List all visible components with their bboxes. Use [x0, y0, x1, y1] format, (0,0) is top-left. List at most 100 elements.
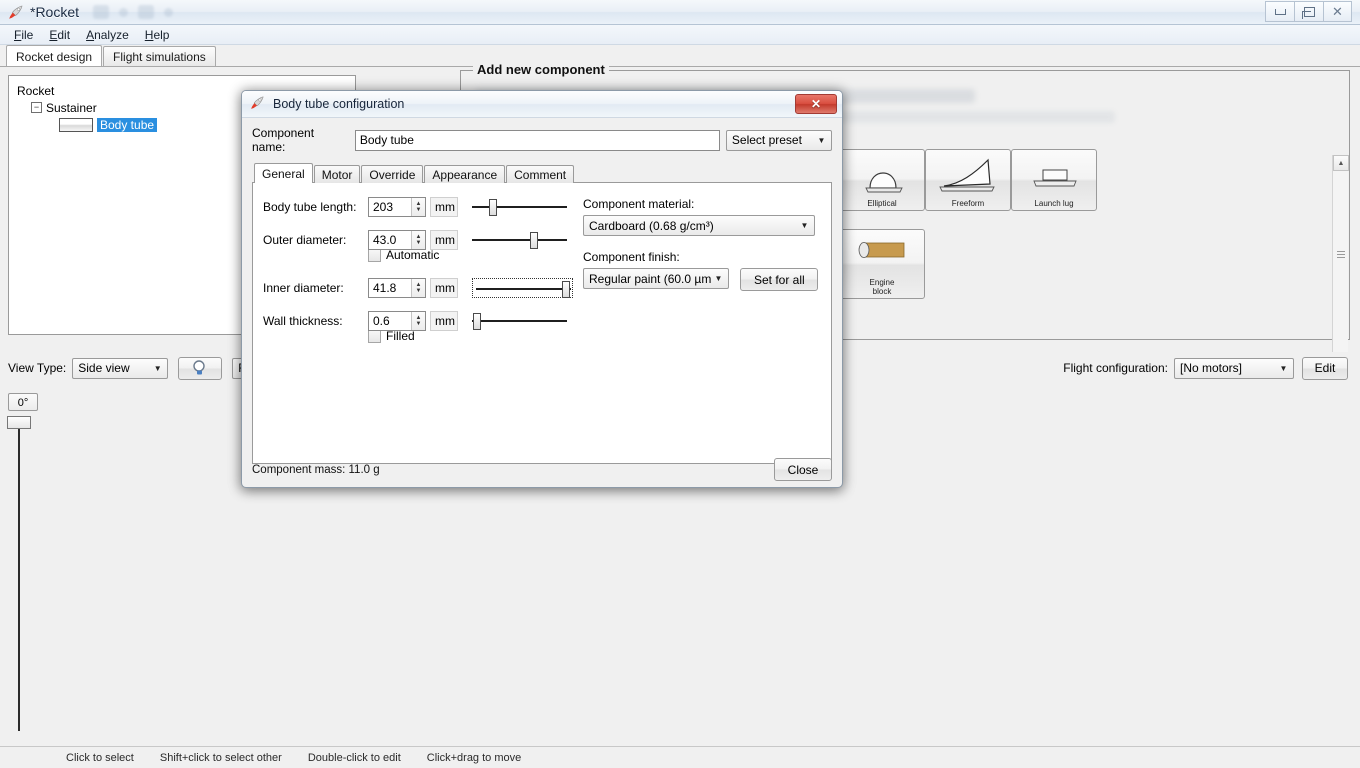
component-material-value: Cardboard (0.68 g/cm³): [589, 218, 714, 233]
component-finish-value: Regular paint (60.0 µm): [589, 271, 711, 286]
component-button-launch-lug[interactable]: Launch lug: [1011, 149, 1097, 211]
scroll-thumb-grip[interactable]: [1337, 249, 1345, 261]
window-title: *Rocket: [30, 4, 80, 20]
dialog-tab-motor[interactable]: Motor: [313, 165, 361, 183]
component-name-value: Body tube: [359, 133, 414, 147]
outer-diameter-spinner[interactable]: 43.0 ▲ ▼: [368, 230, 426, 250]
nose-cone-elliptical-icon: [840, 154, 924, 194]
select-preset-value: Select preset: [731, 133, 802, 147]
dialog-tab-strip: General Motor Override Appearance Commen…: [252, 163, 832, 183]
set-for-all-button[interactable]: Set for all: [740, 268, 819, 291]
chevron-down-icon: ▼: [1279, 363, 1288, 373]
wall-thickness-slider[interactable]: [472, 311, 567, 331]
scroll-up-icon[interactable]: ▲: [1333, 155, 1349, 171]
slider-thumb[interactable]: [489, 199, 497, 216]
slider-thumb[interactable]: [473, 313, 481, 330]
slider-thumb[interactable]: [530, 232, 538, 249]
tab-flight-simulations[interactable]: Flight simulations: [103, 46, 216, 67]
body-tube-length-spinner[interactable]: 203 ▲ ▼: [368, 197, 426, 217]
rocket-icon: [250, 95, 265, 113]
close-button[interactable]: Close: [774, 458, 832, 481]
dialog-tab-comment[interactable]: Comment: [506, 165, 575, 183]
status-hint-drag: Click+drag to move: [426, 751, 522, 764]
flight-configuration-select[interactable]: [No motors] ▼: [1174, 357, 1294, 379]
spinner-arrows-icon[interactable]: ▲ ▼: [411, 198, 425, 216]
dialog-close-icon[interactable]: ✕: [795, 94, 837, 114]
status-hint-click-select: Click to select: [66, 751, 134, 764]
inner-diameter-label: Inner diameter:: [263, 281, 344, 295]
spinner-arrows-icon[interactable]: ▲ ▼: [411, 279, 425, 297]
close-icon[interactable]: ✕: [1323, 1, 1352, 22]
window-controls[interactable]: ✕: [1265, 1, 1352, 23]
material-finish-column: Component material: Cardboard (0.68 g/cm…: [583, 197, 823, 291]
add-new-component-title: Add new component: [473, 62, 609, 77]
inner-diameter-value: 41.8: [373, 281, 397, 295]
inner-diameter-unit[interactable]: mm: [430, 278, 458, 298]
dialog-title-bar: Body tube configuration ✕: [242, 91, 842, 118]
component-name-input[interactable]: Body tube: [354, 129, 720, 151]
menu-file[interactable]: FFileile: [6, 26, 41, 44]
wall-thickness-spinner[interactable]: 0.6 ▲ ▼: [368, 311, 426, 331]
ghost-toolbar-icons: [93, 5, 174, 19]
launch-lug-icon: [1012, 154, 1096, 194]
chevron-down-icon: ▼: [800, 221, 809, 230]
tree-node-rocket-label: Rocket: [17, 83, 55, 98]
tab-rocket-design[interactable]: Rocket design: [6, 45, 103, 67]
expander-icon[interactable]: −: [31, 102, 42, 113]
component-finish-label: Component finish:: [583, 250, 680, 264]
outer-diameter-unit[interactable]: mm: [430, 230, 458, 250]
fin-freeform-icon: [926, 154, 1010, 194]
dialog-tab-general[interactable]: General: [254, 163, 313, 183]
minimize-icon[interactable]: [1265, 1, 1294, 22]
component-button-engine-block[interactable]: Engine block: [839, 229, 925, 299]
status-hint-shift-click: Shift+click to select other: [159, 751, 282, 764]
component-material-select[interactable]: Cardboard (0.68 g/cm³) ▼: [583, 215, 815, 236]
component-finish-select[interactable]: Regular paint (60.0 µm) ▼: [583, 268, 729, 289]
zoom-button[interactable]: [178, 356, 223, 380]
maximize-icon[interactable]: [1294, 1, 1323, 22]
menu-help[interactable]: Help: [137, 26, 178, 44]
checkbox-filled[interactable]: [368, 329, 381, 343]
body-tube-length-slider[interactable]: [472, 197, 567, 217]
checkbox-filled-label: Filled: [386, 329, 415, 343]
outer-diameter-slider[interactable]: [472, 230, 567, 250]
dialog-tab-override[interactable]: Override: [361, 165, 424, 183]
select-preset-dropdown[interactable]: Select preset ▼: [725, 129, 832, 151]
slider-track: [476, 288, 571, 290]
checkbox-automatic[interactable]: [368, 248, 381, 262]
component-button-elliptical[interactable]: Elliptical: [839, 149, 925, 211]
checkbox-filled-row[interactable]: Filled: [368, 329, 821, 343]
status-hint-double-click: Double-click to edit: [307, 751, 401, 764]
rotation-slider-thumb[interactable]: [7, 416, 31, 429]
rotation-angle-button[interactable]: 0°: [8, 393, 38, 411]
spinner-arrows-icon[interactable]: ▲ ▼: [411, 231, 425, 249]
flight-configuration-value: [No motors]: [1180, 361, 1243, 375]
spinner-arrows-icon[interactable]: ▲ ▼: [411, 312, 425, 330]
title-bar: *Rocket ✕: [0, 0, 1360, 25]
rocket-icon: [8, 4, 24, 20]
tree-node-body-tube-label: Body tube: [97, 117, 158, 132]
dialog-tab-appearance[interactable]: Appearance: [424, 165, 506, 183]
menu-bar: FFileile Edit Analyze Help: [0, 25, 1360, 45]
field-wall-thickness: Wall thickness: 0.6 ▲ ▼ mm: [263, 311, 821, 331]
body-tube-length-unit[interactable]: mm: [430, 197, 458, 217]
body-tube-icon: [59, 117, 93, 132]
component-button-freeform-label: Freeform: [951, 199, 985, 208]
view-type-select[interactable]: Side view ▼: [72, 357, 169, 379]
inner-diameter-slider[interactable]: [472, 278, 573, 298]
edit-configuration-button[interactable]: Edit: [1302, 356, 1348, 380]
component-button-freeform[interactable]: Freeform: [925, 149, 1011, 211]
chevron-down-icon: ▼: [817, 135, 826, 145]
wall-thickness-unit[interactable]: mm: [430, 311, 458, 331]
checkbox-automatic-label: Automatic: [386, 248, 440, 262]
outer-diameter-label: Outer diameter:: [263, 233, 347, 247]
menu-analyze[interactable]: Analyze: [78, 26, 137, 44]
menu-edit[interactable]: Edit: [41, 26, 78, 44]
flight-configuration-label: Flight configuration:: [1063, 361, 1168, 375]
view-type-label: View Type:: [8, 361, 67, 375]
slider-track: [472, 239, 567, 241]
engine-block-icon: [840, 234, 924, 274]
slider-thumb[interactable]: [562, 281, 570, 298]
inner-diameter-spinner[interactable]: 41.8 ▲ ▼: [368, 278, 426, 298]
rotation-slider[interactable]: [7, 416, 31, 731]
